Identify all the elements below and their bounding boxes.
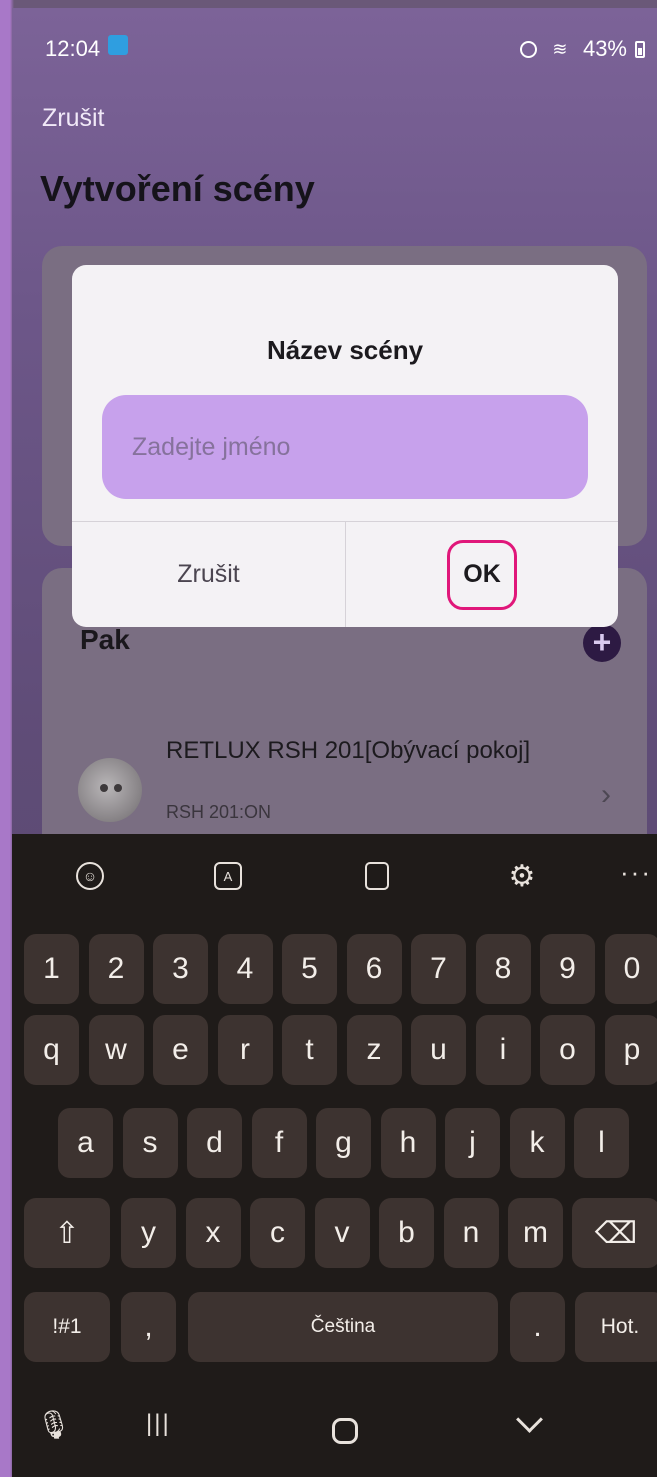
key-t[interactable]: t xyxy=(282,1015,337,1085)
phone-frame: 12:04 ≋ 43% Zrušit Vytvoření scény Pak +… xyxy=(0,0,657,1477)
key-0[interactable]: 0 xyxy=(604,934,657,1004)
key-6[interactable]: 6 xyxy=(346,934,402,1004)
wifi-signal-icon: ≋ xyxy=(552,39,568,59)
key-n[interactable]: n xyxy=(443,1198,499,1268)
back-icon[interactable] xyxy=(516,1406,543,1433)
clipboard-icon[interactable] xyxy=(357,856,397,896)
key-f[interactable]: f xyxy=(251,1108,307,1178)
alarm-icon xyxy=(519,40,537,58)
key-b[interactable]: b xyxy=(379,1198,434,1268)
key-r[interactable]: r xyxy=(217,1015,273,1085)
key-d[interactable]: d xyxy=(187,1108,242,1178)
symbols-key[interactable]: !#1 xyxy=(24,1292,110,1362)
key-p[interactable]: p xyxy=(604,1015,657,1085)
key-s[interactable]: s xyxy=(122,1108,178,1178)
key-v[interactable]: v xyxy=(314,1198,370,1268)
more-icon[interactable]: ··· xyxy=(616,852,656,892)
key-w[interactable]: w xyxy=(88,1015,144,1085)
key-l[interactable]: l xyxy=(574,1108,629,1178)
key-a[interactable]: a xyxy=(58,1108,113,1178)
scene-name-dialog: Název scény Zrušit OK xyxy=(72,265,618,627)
key-5[interactable]: 5 xyxy=(282,934,337,1004)
battery-icon xyxy=(635,40,645,58)
key-k[interactable]: k xyxy=(509,1108,565,1178)
device-action: RSH 201:ON xyxy=(166,802,272,822)
status-right: ≋ 43% xyxy=(519,36,645,62)
enter-key[interactable]: Hot. xyxy=(575,1292,657,1362)
key-o[interactable]: o xyxy=(540,1015,595,1085)
dialog-ok-button[interactable]: OK xyxy=(346,522,618,627)
keyboard: ☺ A ⚙ ··· 1 2 3 4 5 6 7 8 9 0 q w e r t z u i o p a s d f g h j k l ⇧… xyxy=(12,834,657,1477)
key-g[interactable]: g xyxy=(316,1108,371,1178)
key-u[interactable]: u xyxy=(411,1015,466,1085)
keyboard-toolbar: ☺ A ⚙ ··· xyxy=(12,834,657,920)
screen: 12:04 ≋ 43% Zrušit Vytvoření scény Pak +… xyxy=(12,8,657,1477)
status-time: 12:04 xyxy=(45,36,101,61)
add-action-button[interactable]: + xyxy=(583,624,621,662)
smart-plug-image xyxy=(78,758,142,822)
key-7[interactable]: 7 xyxy=(411,934,466,1004)
key-i[interactable]: i xyxy=(475,1015,531,1085)
key-e[interactable]: e xyxy=(153,1015,208,1085)
key-x[interactable]: x xyxy=(185,1198,241,1268)
comma-key[interactable]: , xyxy=(121,1292,176,1362)
key-4[interactable]: 4 xyxy=(217,934,273,1004)
key-h[interactable]: h xyxy=(380,1108,436,1178)
key-y[interactable]: y xyxy=(121,1198,176,1268)
status-bar: 12:04 ≋ 43% xyxy=(12,8,657,80)
microphone-icon[interactable]: 🎙 xyxy=(36,1408,72,1441)
backspace-icon[interactable]: ⌫ xyxy=(572,1198,657,1268)
key-c[interactable]: c xyxy=(250,1198,305,1268)
key-z[interactable]: z xyxy=(346,1015,402,1085)
emoji-icon[interactable]: ☺ xyxy=(70,856,110,896)
dialog-cancel-button[interactable]: Zrušit xyxy=(72,522,345,627)
period-key[interactable]: . xyxy=(510,1292,565,1362)
recent-apps-icon[interactable]: ||| xyxy=(146,1410,171,1438)
key-j[interactable]: j xyxy=(445,1108,500,1178)
key-3[interactable]: 3 xyxy=(153,934,208,1004)
device-name[interactable]: RETLUX RSH 201[Obývací pokoj] xyxy=(166,736,586,766)
key-q[interactable]: q xyxy=(24,1015,79,1085)
ok-highlight[interactable]: OK xyxy=(447,539,517,610)
key-2[interactable]: 2 xyxy=(88,934,144,1004)
gear-icon[interactable]: ⚙ xyxy=(502,856,542,896)
space-key[interactable]: Čeština xyxy=(188,1292,498,1362)
key-9[interactable]: 9 xyxy=(540,934,595,1004)
then-card-title: Pak xyxy=(80,624,130,655)
page-title: Vytvoření scény xyxy=(40,168,315,209)
navigation-bar: 🎙 ||| xyxy=(12,1388,657,1477)
cancel-link[interactable]: Zrušit xyxy=(42,104,105,133)
translate-icon[interactable]: A xyxy=(208,856,248,896)
shift-icon[interactable]: ⇧ xyxy=(24,1198,110,1268)
key-m[interactable]: m xyxy=(508,1198,563,1268)
key-8[interactable]: 8 xyxy=(475,934,531,1004)
scene-name-input[interactable] xyxy=(102,395,588,499)
home-icon[interactable] xyxy=(332,1418,358,1444)
battery-percent: 43% xyxy=(582,36,627,61)
dialog-title: Název scény xyxy=(266,335,424,365)
telegram-icon xyxy=(108,35,128,55)
chevron-right-icon[interactable]: › xyxy=(601,778,611,812)
key-1[interactable]: 1 xyxy=(24,934,79,1004)
